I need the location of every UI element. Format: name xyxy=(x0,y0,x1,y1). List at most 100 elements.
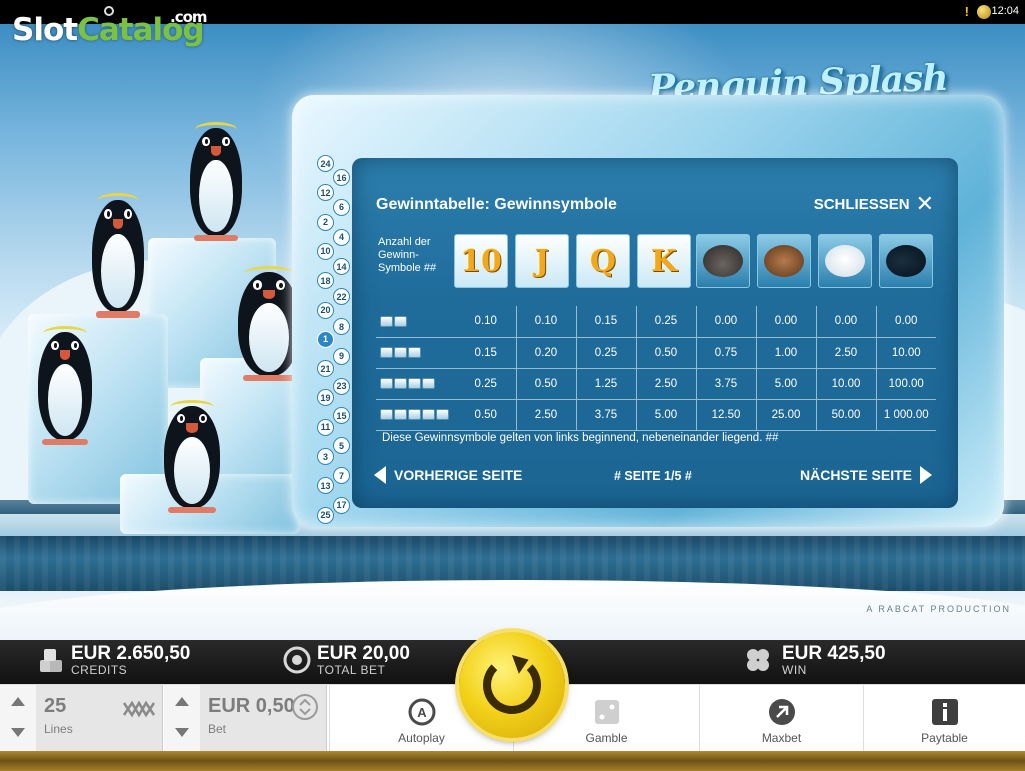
paytable-label: Paytable xyxy=(921,731,968,745)
payout-value: 0.00 xyxy=(755,306,816,338)
paytable-button[interactable]: Paytable xyxy=(863,685,1025,752)
autoplay-icon: A xyxy=(408,698,435,726)
payout-table: 0.10 0.10 0.15 0.25 0.00 0.00 0.00 0.00 0.15 0.20… xyxy=(376,306,936,431)
symbol-count-indicator xyxy=(376,306,456,338)
close-label: SCHLIESSEN xyxy=(813,195,910,213)
info-icon xyxy=(931,699,958,725)
count-square-icon xyxy=(408,377,421,389)
count-square-icon xyxy=(394,346,407,358)
spin-button[interactable] xyxy=(459,632,565,738)
arrow-left-icon xyxy=(374,466,386,484)
paylines-icon xyxy=(122,700,156,718)
bet-stepper: EUR 0,50 Bet xyxy=(164,685,327,752)
penguin xyxy=(164,399,220,514)
credits-label: CREDITS xyxy=(71,663,128,677)
lines-decrease-button[interactable] xyxy=(11,728,25,737)
coins-icon xyxy=(40,649,62,672)
payline-marker[interactable]: 11 xyxy=(317,418,334,436)
payline-marker[interactable]: 7 xyxy=(333,467,350,484)
credits-value: EUR 2.650,50 xyxy=(71,643,191,664)
payout-value: 2.50 xyxy=(815,337,876,369)
payout-value: 2.50 xyxy=(515,399,576,431)
bet-value: EUR 0,50 xyxy=(208,695,295,717)
page-indicator: # SEITE 1/5 # xyxy=(614,469,692,483)
payline-marker[interactable]: 20 xyxy=(317,301,334,319)
paytable-panel: Gewinntabelle: Gewinnsymbole SCHLIESSEN … xyxy=(352,158,958,508)
chip-icon xyxy=(283,646,311,674)
total-bet-label: TOTAL BET xyxy=(317,663,386,677)
penguin xyxy=(190,121,242,242)
count-square-icon xyxy=(380,346,393,358)
penguin xyxy=(38,325,92,446)
bet-options-icon[interactable] xyxy=(291,693,319,721)
payout-value: 0.10 xyxy=(456,306,516,338)
polar-bear-icon xyxy=(818,234,872,288)
maxbet-button[interactable]: Maxbet xyxy=(699,685,863,752)
next-page-button[interactable]: NÄCHSTE SEITE xyxy=(800,466,932,484)
payout-value: 1.00 xyxy=(755,337,816,369)
spin-arrow-icon xyxy=(483,656,541,714)
payline-marker[interactable]: 1 xyxy=(317,330,334,348)
payout-value: 0.00 xyxy=(815,306,876,338)
seal-icon xyxy=(696,234,750,288)
payout-value: 25.00 xyxy=(755,399,816,431)
payout-value: 0.20 xyxy=(515,337,576,369)
arrow-right-icon xyxy=(920,466,932,484)
payout-value: 1 000.00 xyxy=(875,399,936,431)
payline-marker[interactable]: 9 xyxy=(333,347,350,365)
lines-arrows xyxy=(0,685,36,752)
payline-marker[interactable]: 8 xyxy=(333,318,350,335)
close-button[interactable]: SCHLIESSEN ✕ xyxy=(813,193,934,215)
payout-value: 0.50 xyxy=(635,337,696,369)
payline-marker[interactable]: 16 xyxy=(333,169,350,186)
lines-value: 25 xyxy=(44,695,67,717)
payout-value: 0.50 xyxy=(515,368,576,400)
payline-marker[interactable]: 17 xyxy=(333,496,350,514)
payout-value: 10.00 xyxy=(815,368,876,400)
symbol-count-label: Anzahl der Gewinn-Symbole ## xyxy=(378,236,437,274)
payout-value: 5.00 xyxy=(755,368,816,400)
symbol-count-indicator xyxy=(376,399,456,431)
payout-value: 3.75 xyxy=(695,368,756,400)
count-square-icon xyxy=(408,346,421,358)
orca-icon xyxy=(879,234,933,288)
count-square-icon xyxy=(422,377,435,389)
lines-label: Lines xyxy=(44,722,73,736)
lines-increase-button[interactable] xyxy=(11,697,25,706)
paytable-note: Diese Gewinnsymbole gelten von links beg… xyxy=(382,432,779,444)
payline-marker[interactable]: 21 xyxy=(317,360,334,378)
bet-decrease-button[interactable] xyxy=(175,728,189,737)
payline-marker[interactable]: 3 xyxy=(317,448,334,465)
count-square-icon xyxy=(394,408,407,420)
payout-value: 0.15 xyxy=(575,306,636,338)
payout-value: 0.15 xyxy=(456,337,516,369)
warning-icon: ! xyxy=(964,4,969,19)
payline-marker[interactable]: 24 xyxy=(317,155,334,172)
symbol-10: 10 xyxy=(454,234,508,288)
payout-row: 0.25 0.50 1.25 2.50 3.75 5.00 10.00 100.00 xyxy=(376,368,936,400)
previous-page-button[interactable]: VORHERIGE SEITE xyxy=(374,466,522,484)
count-square-icon xyxy=(394,315,407,327)
dice-icon xyxy=(594,700,619,724)
bet-increase-button[interactable] xyxy=(175,697,189,706)
payout-value: 1.25 xyxy=(575,368,636,400)
walrus-icon xyxy=(757,234,811,288)
payline-marker[interactable]: 2 xyxy=(317,213,334,231)
svg-text:A: A xyxy=(417,705,427,720)
maxbet-label: Maxbet xyxy=(761,731,802,745)
payout-row: 0.50 2.50 3.75 5.00 12.50 25.00 50.00 1 000.00 xyxy=(376,399,936,431)
payout-value: 5.00 xyxy=(635,399,696,431)
win-value: EUR 425,50 xyxy=(782,643,886,664)
payline-marker[interactable]: 23 xyxy=(333,377,350,395)
payline-marker[interactable]: 4 xyxy=(333,228,350,246)
payout-value: 50.00 xyxy=(815,399,876,431)
lines-stepper: 25 Lines xyxy=(0,685,163,752)
clock: 12:04 xyxy=(991,5,1019,17)
maxbet-icon xyxy=(768,699,795,725)
gamble-label: Gamble xyxy=(585,731,628,745)
payline-marker[interactable]: 10 xyxy=(317,242,334,260)
payout-value: 12.50 xyxy=(695,399,756,431)
payline-marker[interactable]: 6 xyxy=(333,198,350,216)
win-display: EUR 425,50 WIN xyxy=(782,644,886,677)
payline-marker[interactable]: 25 xyxy=(317,506,334,524)
